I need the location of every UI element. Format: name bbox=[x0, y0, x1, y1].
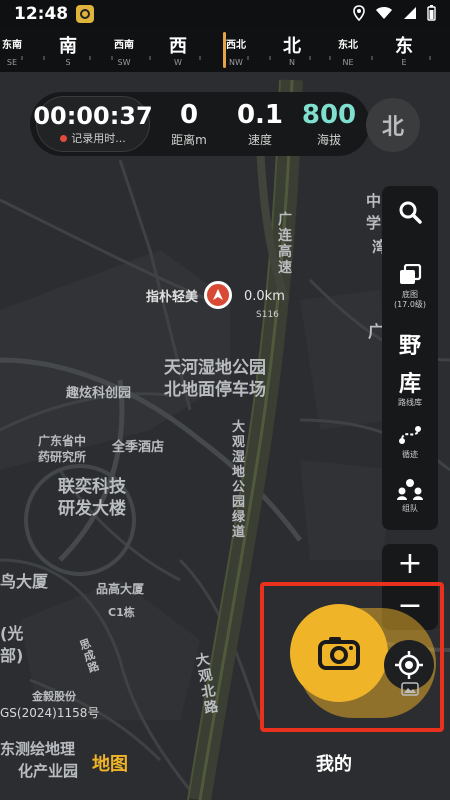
compass-strip[interactable]: 东南 SE 南 S 西南 SW 西 W 西北 NW 北 N 东北 NE 东 E bbox=[0, 28, 450, 72]
map-label-xue: 学 bbox=[366, 214, 382, 232]
compass-sub-w: W bbox=[174, 58, 182, 67]
map-copyright: GS(2024)1158号 bbox=[0, 706, 100, 720]
wild-button[interactable]: 野 bbox=[382, 328, 438, 360]
compass-needle bbox=[223, 32, 226, 68]
compass-label-se: 东南 bbox=[2, 40, 22, 51]
map-label-road-code: S116 bbox=[256, 310, 279, 320]
team-label: 组队 bbox=[402, 504, 418, 513]
compass-label-nw: 西北 bbox=[226, 40, 246, 51]
map-label-park-2: 北地面停车场 bbox=[164, 380, 266, 400]
map-label-distance: 0.0km bbox=[244, 289, 285, 304]
altitude-label: 海拔 bbox=[316, 132, 341, 147]
distance-stat: 0 距离m bbox=[158, 101, 220, 148]
right-toolbar: 底图 (17.0级) 野 库 路线库 循迹 组队 bbox=[382, 186, 438, 530]
map-label-survey-1: 东测绘地理 bbox=[0, 740, 76, 758]
map-label-gold: 金毅股份 bbox=[32, 690, 76, 703]
compass-label-n: 北 bbox=[283, 36, 301, 57]
track-label: 循迹 bbox=[402, 450, 418, 459]
track-button[interactable]: 循迹 bbox=[382, 424, 438, 460]
map-label-inst-2: 药研究所 bbox=[38, 450, 87, 464]
compass-sub-nw: NW bbox=[229, 58, 243, 67]
north-up-button[interactable]: 北 bbox=[366, 98, 420, 152]
timer-label-row: 记录用时... bbox=[60, 130, 126, 146]
map-label-bu: 部) bbox=[0, 646, 24, 665]
compass-sub-e: E bbox=[401, 58, 407, 67]
map-label-guang: (光 bbox=[0, 624, 24, 643]
signal-icon bbox=[404, 7, 416, 19]
compass-label-s: 南 bbox=[59, 36, 77, 57]
route-library-label: 路线库 bbox=[398, 398, 422, 407]
altitude-value: 800 bbox=[301, 99, 357, 130]
basemap-zoom-level: (17.0级) bbox=[393, 300, 427, 309]
speed-value: 0.1 bbox=[236, 99, 284, 130]
map-label-hotel: 全季酒店 bbox=[112, 440, 165, 455]
recording-dot-icon bbox=[60, 134, 68, 142]
tab-mine[interactable]: 我的 bbox=[316, 750, 352, 776]
status-bar: 12:48 bbox=[0, 0, 450, 28]
wifi-icon bbox=[376, 7, 392, 19]
basemap-button[interactable]: 底图 (17.0级) bbox=[382, 263, 438, 310]
tab-map[interactable]: 地图 bbox=[92, 750, 128, 776]
stats-panel: 00:00:37 记录用时... 0 距离m 0.1 速度 800 海拔 bbox=[30, 92, 370, 156]
wild-glyph: 野 bbox=[398, 334, 421, 359]
map-label-zhong: 中 bbox=[366, 192, 382, 210]
speed-label: 速度 bbox=[247, 132, 272, 147]
battery-icon bbox=[427, 5, 436, 21]
map-label-creative: 趣炫科创园 bbox=[66, 386, 132, 401]
layers-icon bbox=[400, 263, 422, 284]
compass-label-w: 西 bbox=[169, 36, 187, 57]
altitude-stat: 800 海拔 bbox=[296, 101, 362, 148]
compass-label-e: 东 bbox=[395, 36, 413, 57]
timer-value: 00:00:37 bbox=[33, 102, 153, 130]
search-icon bbox=[399, 201, 422, 224]
distance-value: 0 bbox=[179, 99, 199, 130]
highlight-box bbox=[260, 582, 444, 732]
map-label-greenway: 大观湿地公园绿道 bbox=[232, 420, 246, 540]
compass-label-sw: 西南 bbox=[114, 40, 134, 51]
map-label-building-2: 品高大厦 bbox=[96, 582, 145, 596]
distance-label: 距离m bbox=[171, 132, 207, 147]
compass-sub-ne: NE bbox=[342, 58, 354, 67]
route-icon bbox=[399, 426, 421, 444]
map-label-inst-1: 广东省中 bbox=[38, 434, 87, 448]
map-label-highway: 广连高速 bbox=[278, 212, 292, 276]
status-time: 12:48 bbox=[14, 4, 69, 24]
compass-sub-se: SE bbox=[6, 58, 18, 67]
status-icons bbox=[353, 5, 436, 21]
route-library-button[interactable]: 库 路线库 bbox=[382, 372, 438, 408]
app-notification-icon bbox=[76, 5, 95, 23]
compass-label-ne: 东北 bbox=[338, 40, 358, 51]
compass-sub-s: S bbox=[65, 58, 71, 67]
compass-sub-n: N bbox=[289, 58, 295, 67]
location-icon bbox=[353, 5, 365, 21]
team-button[interactable]: 组队 bbox=[382, 478, 438, 514]
map-label-c1: C1栋 bbox=[108, 606, 135, 619]
timer-label: 记录用时... bbox=[71, 132, 126, 145]
basemap-label: 底图 bbox=[402, 290, 418, 299]
timer-stat[interactable]: 00:00:37 记录用时... bbox=[33, 96, 153, 152]
poi-marker-icon[interactable] bbox=[204, 281, 232, 309]
map-label-survey-2: 化产业园 bbox=[18, 762, 79, 780]
map-label-poi-name[interactable]: 指朴轻美 bbox=[146, 286, 198, 305]
zoom-in-button[interactable]: + bbox=[382, 544, 438, 584]
speed-stat: 0.1 速度 bbox=[224, 101, 296, 148]
team-icon bbox=[397, 479, 423, 500]
compass-sub-sw: SW bbox=[117, 58, 131, 67]
map-label-tech-2: 研发大楼 bbox=[58, 499, 126, 519]
search-button[interactable] bbox=[382, 200, 438, 228]
map-label-building-1: 鸟大厦 bbox=[0, 572, 49, 591]
route-library-glyph: 库 bbox=[398, 372, 421, 397]
